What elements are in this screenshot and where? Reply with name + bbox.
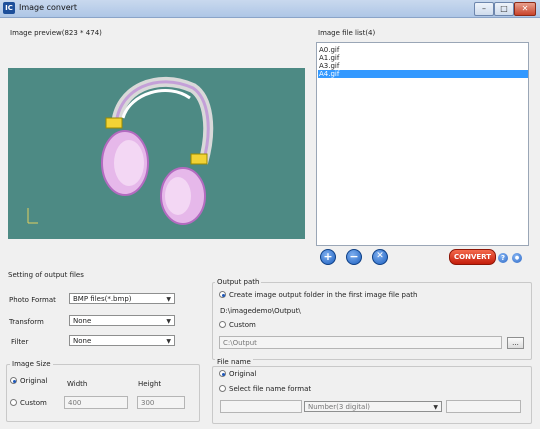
output-default-label: Create image output folder in the first … <box>229 291 418 299</box>
minimize-button[interactable]: – <box>474 2 494 16</box>
width-label: Width <box>67 380 88 388</box>
filter-label: Filter <box>11 338 29 346</box>
window-title: Image convert <box>19 3 78 12</box>
settings-group-title: Setting of output files <box>8 271 84 279</box>
file-list-item[interactable]: A0.gif <box>318 46 528 54</box>
headphones-image <box>27 76 214 225</box>
image-size-title: Image Size <box>10 360 53 368</box>
preview-label: Image preview(823 * 474) <box>10 29 102 37</box>
filename-prefix-input[interactable] <box>220 400 302 413</box>
maximize-button[interactable]: □ <box>494 2 514 16</box>
image-size-group <box>6 364 200 422</box>
close-button[interactable]: ✕ <box>514 2 536 16</box>
filename-format-label: Select file name format <box>229 385 312 393</box>
file-list-item-selected[interactable]: A4.gif <box>318 70 528 78</box>
photo-format-value: BMP files(*.bmp) <box>73 295 132 303</box>
output-custom-radio[interactable] <box>219 321 226 328</box>
file-list-item[interactable]: A3.gif <box>318 62 528 70</box>
size-original-radio[interactable] <box>10 377 17 384</box>
chevron-down-icon: ▼ <box>166 296 171 303</box>
output-path-text: D:\imagedemo\Output\ <box>220 307 301 315</box>
transform-label: Transform <box>9 318 44 326</box>
filename-format-value: Number(3 digital) <box>308 403 371 411</box>
image-file-list[interactable]: A0.gif A1.gif A3.gif A4.gif <box>316 42 529 246</box>
transform-value: None <box>73 317 92 325</box>
photo-format-label: Photo Format <box>9 296 56 304</box>
file-name-group <box>212 366 532 424</box>
width-input[interactable]: 400 <box>64 396 128 409</box>
filename-original-radio[interactable] <box>219 370 226 377</box>
filename-format-select[interactable]: Number(3 digital) ▼ <box>304 401 442 412</box>
output-default-radio[interactable] <box>219 291 226 298</box>
filename-suffix-input[interactable] <box>446 400 521 413</box>
help-icon[interactable]: ? <box>498 253 508 263</box>
convert-button[interactable]: CONVERT <box>449 249 496 265</box>
size-custom-radio[interactable] <box>10 399 17 406</box>
clear-icon[interactable]: ✕ <box>372 249 388 265</box>
chevron-down-icon: ▼ <box>166 338 171 345</box>
photo-format-select[interactable]: BMP files(*.bmp) ▼ <box>69 293 175 304</box>
filter-select[interactable]: None ▼ <box>69 335 175 346</box>
browse-button[interactable]: ... <box>507 337 524 349</box>
settings-icon[interactable]: ● <box>512 253 522 263</box>
transform-select[interactable]: None ▼ <box>69 315 175 326</box>
height-label: Height <box>138 380 162 388</box>
file-list-item[interactable]: A1.gif <box>318 54 528 62</box>
add-icon[interactable]: + <box>320 249 336 265</box>
size-original-label: Original <box>20 377 48 385</box>
custom-path-input[interactable]: C:\Output <box>219 336 502 349</box>
chevron-down-icon: ▼ <box>433 404 438 411</box>
height-input[interactable]: 300 <box>137 396 185 409</box>
output-path-title: Output path <box>215 278 262 286</box>
filter-value: None <box>73 337 92 345</box>
file-list-label: Image file list(4) <box>318 29 376 37</box>
title-bar: IC Image convert – □ ✕ <box>0 0 540 18</box>
output-custom-label: Custom <box>229 321 256 329</box>
chevron-down-icon: ▼ <box>166 318 171 325</box>
file-name-title: File name <box>215 358 253 366</box>
size-custom-label: Custom <box>20 399 47 407</box>
remove-icon[interactable]: − <box>346 249 362 265</box>
app-icon: IC <box>3 2 15 14</box>
filename-original-label: Original <box>229 370 257 378</box>
filename-format-radio[interactable] <box>219 385 226 392</box>
image-preview <box>8 68 305 239</box>
